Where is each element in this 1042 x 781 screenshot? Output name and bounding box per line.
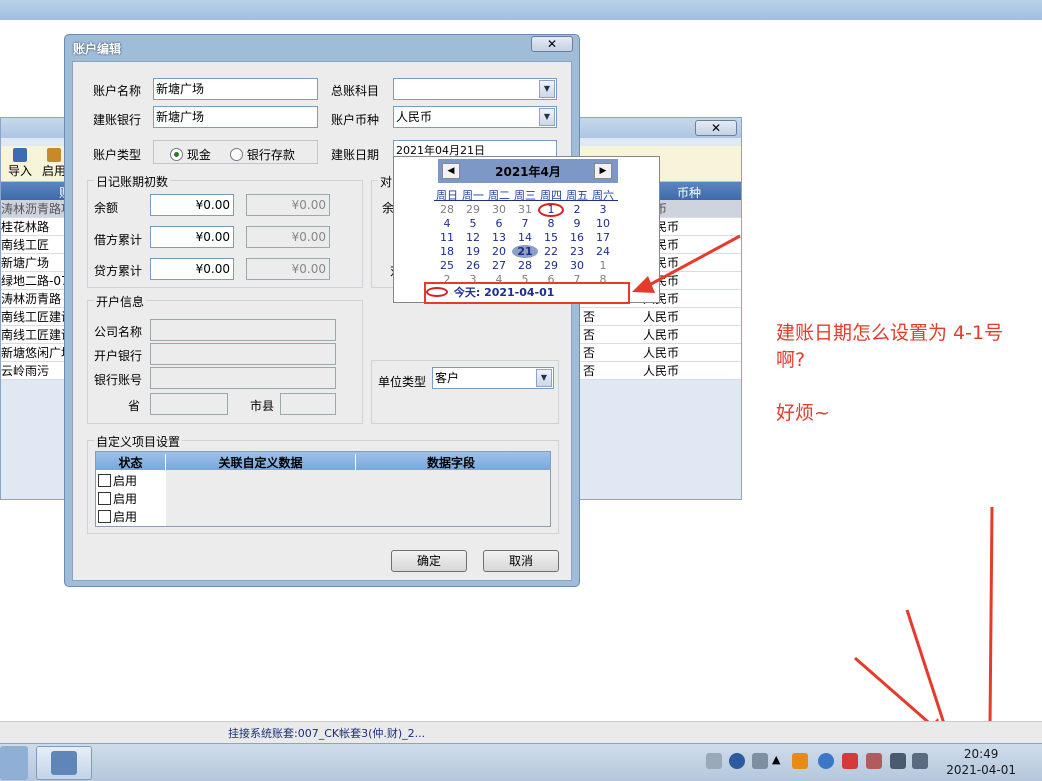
security-icon[interactable] xyxy=(792,753,808,769)
taskbar-clock[interactable]: 20:49 2021-04-01 xyxy=(946,746,1016,778)
start-button[interactable] xyxy=(0,746,28,780)
arrow-line-clock-3 xyxy=(988,506,994,727)
network-icon[interactable] xyxy=(752,753,768,769)
status-text: 挂接系统账套:007_CK帐套3(仲.财)_2... xyxy=(228,727,426,740)
status-bar: 挂接系统账套:007_CK帐套3(仲.财)_2... xyxy=(0,721,1042,743)
flag-icon[interactable] xyxy=(842,753,858,769)
app-icon xyxy=(51,751,77,775)
annotation-line-1: 建账日期怎么设置为 4-1号 xyxy=(776,322,1004,344)
help-icon[interactable] xyxy=(729,753,745,769)
taskbar-app-button[interactable] xyxy=(36,746,92,780)
arrow-line-clock-1 xyxy=(854,656,936,730)
clock-date: 2021-04-01 xyxy=(946,763,1016,777)
annotation-line-3: 好烦~ xyxy=(776,402,830,424)
show-hidden-icons-icon[interactable]: ▲ xyxy=(772,753,780,766)
arrow-line-to-today xyxy=(639,234,741,292)
clock-time: 20:49 xyxy=(963,747,999,761)
browser-icon[interactable] xyxy=(818,753,834,769)
volume-icon[interactable] xyxy=(912,753,928,769)
speaker-alert-icon[interactable] xyxy=(866,753,882,769)
annotation-line-2: 啊? xyxy=(776,349,806,371)
keyboard-icon[interactable] xyxy=(706,753,722,769)
taskbar: ▲ 20:49 2021-04-01 xyxy=(0,743,1042,781)
display-icon[interactable] xyxy=(890,753,906,769)
question-annotation: 建账日期怎么设置为 4-1号 啊? 好烦~ xyxy=(776,320,1003,427)
